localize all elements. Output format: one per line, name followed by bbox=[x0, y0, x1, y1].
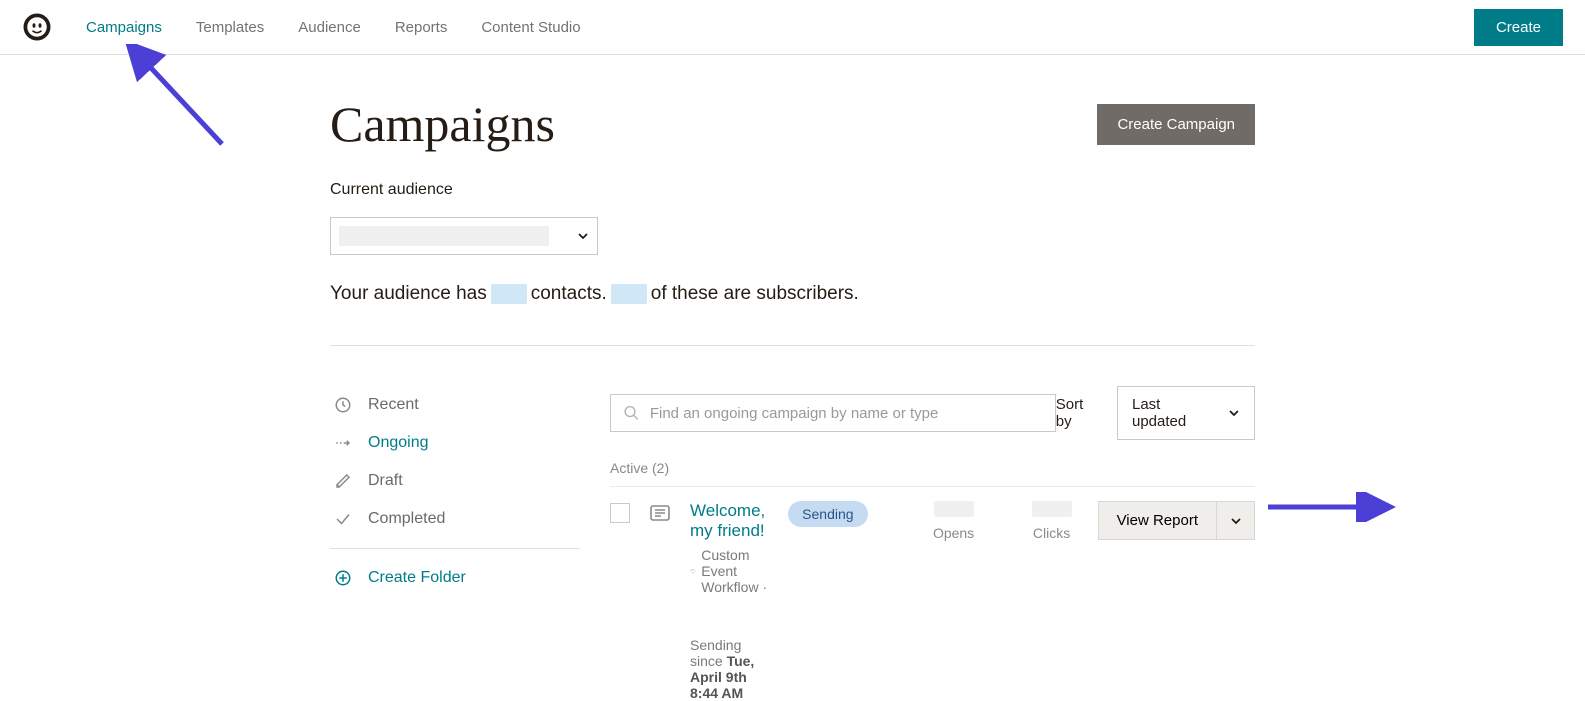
mailchimp-logo[interactable] bbox=[22, 12, 52, 42]
sidebar-item-recent[interactable]: Recent bbox=[330, 386, 580, 424]
opens-stat: Opens bbox=[926, 501, 982, 541]
active-section-label: Active (2) bbox=[610, 460, 1255, 476]
lower-section: Recent Ongoing Draft Completed Create Fo… bbox=[330, 386, 1255, 701]
sort-selected-value: Last updated bbox=[1132, 396, 1218, 430]
arrow-dashed-icon bbox=[334, 434, 352, 452]
row-action-buttons: View Report bbox=[1098, 501, 1255, 540]
create-folder-button[interactable]: Create Folder bbox=[330, 559, 580, 597]
top-navbar: Campaigns Templates Audience Reports Con… bbox=[0, 0, 1585, 55]
redacted-contact-count bbox=[491, 284, 527, 304]
search-input[interactable] bbox=[650, 405, 1043, 422]
sort-by-label: Sort by bbox=[1056, 396, 1103, 430]
sidebar-item-label: Completed bbox=[368, 510, 445, 528]
status-badge: Sending bbox=[788, 501, 867, 527]
filter-sidebar: Recent Ongoing Draft Completed Create Fo… bbox=[330, 386, 580, 701]
chevron-down-icon bbox=[1230, 515, 1242, 527]
sort-wrap: Sort by Last updated bbox=[1056, 386, 1255, 440]
audience-select[interactable] bbox=[330, 217, 598, 255]
create-folder-label: Create Folder bbox=[368, 569, 466, 587]
audience-text-mid: contacts. bbox=[531, 283, 607, 305]
create-button[interactable]: Create bbox=[1474, 9, 1563, 46]
sidebar-item-label: Recent bbox=[368, 396, 419, 414]
campaign-name-link[interactable]: Welcome, my friend! bbox=[690, 501, 770, 541]
search-sort-row: Sort by Last updated bbox=[610, 386, 1255, 440]
chevron-down-icon bbox=[1228, 407, 1240, 419]
nav-campaigns[interactable]: Campaigns bbox=[86, 19, 162, 36]
campaign-row: Welcome, my friend! Custom Event Workflo… bbox=[610, 501, 1255, 701]
current-audience-label: Current audience bbox=[330, 181, 1255, 199]
clicks-stat: Clicks bbox=[1024, 501, 1080, 541]
opens-value-redacted bbox=[934, 501, 974, 517]
plus-circle-icon bbox=[334, 569, 352, 587]
sidebar-item-completed[interactable]: Completed bbox=[330, 500, 580, 538]
nav-content-studio[interactable]: Content Studio bbox=[481, 19, 580, 36]
refresh-icon bbox=[690, 565, 695, 577]
clicks-label: Clicks bbox=[1033, 525, 1070, 541]
sidebar-item-draft[interactable]: Draft bbox=[330, 462, 580, 500]
page-title: Campaigns bbox=[330, 95, 555, 153]
pencil-icon bbox=[334, 472, 352, 490]
automation-icon bbox=[648, 501, 672, 530]
campaign-type-label: Custom Event Workflow · bbox=[701, 547, 770, 595]
main-content: Campaigns Create Campaign Current audien… bbox=[0, 55, 1585, 701]
audience-text-suffix: of these are subscribers. bbox=[651, 283, 859, 305]
sidebar-divider bbox=[330, 548, 580, 549]
clicks-value-redacted bbox=[1032, 501, 1072, 517]
nav-audience[interactable]: Audience bbox=[298, 19, 361, 36]
nav-reports[interactable]: Reports bbox=[395, 19, 448, 36]
search-icon bbox=[623, 404, 640, 422]
row-checkbox[interactable] bbox=[610, 503, 630, 523]
audience-selected-value bbox=[339, 226, 549, 246]
nav-left: Campaigns Templates Audience Reports Con… bbox=[22, 12, 581, 42]
page-header: Campaigns Create Campaign bbox=[330, 95, 1255, 153]
sort-select[interactable]: Last updated bbox=[1117, 386, 1255, 440]
campaign-list-content: Sort by Last updated Active (2) Welcome,… bbox=[610, 386, 1255, 701]
chevron-down-icon bbox=[577, 230, 589, 242]
create-campaign-button[interactable]: Create Campaign bbox=[1097, 104, 1255, 145]
row-divider bbox=[610, 486, 1255, 487]
campaign-info: Welcome, my friend! Custom Event Workflo… bbox=[690, 501, 770, 701]
redacted-subscriber-count bbox=[611, 284, 647, 304]
view-report-menu-button[interactable] bbox=[1217, 501, 1255, 540]
audience-text-prefix: Your audience has bbox=[330, 283, 487, 305]
sidebar-item-ongoing[interactable]: Ongoing bbox=[330, 424, 580, 462]
sending-since: Sending since Tue, April 9th 8:44 AM bbox=[690, 637, 770, 701]
view-report-button[interactable]: View Report bbox=[1098, 501, 1217, 540]
campaign-meta: Custom Event Workflow · bbox=[690, 547, 770, 595]
section-divider bbox=[330, 345, 1255, 346]
clock-icon bbox=[334, 396, 352, 414]
search-box[interactable] bbox=[610, 394, 1056, 432]
audience-summary: Your audience has contacts. of these are… bbox=[330, 283, 1255, 305]
opens-label: Opens bbox=[933, 525, 974, 541]
sidebar-item-label: Draft bbox=[368, 472, 403, 490]
sidebar-item-label: Ongoing bbox=[368, 434, 429, 452]
check-icon bbox=[334, 510, 352, 528]
nav-templates[interactable]: Templates bbox=[196, 19, 264, 36]
